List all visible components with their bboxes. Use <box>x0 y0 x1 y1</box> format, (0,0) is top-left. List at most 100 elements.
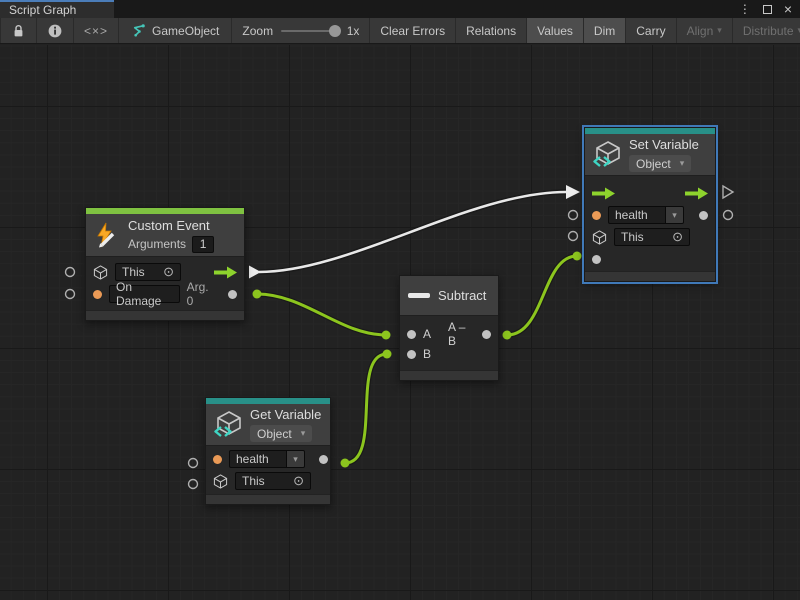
custom-event-header-text: Custom Event Arguments 1 <box>128 218 214 253</box>
lock-button[interactable] <box>1 18 37 43</box>
external-port-circle[interactable] <box>66 290 75 299</box>
cube-icon <box>592 230 607 245</box>
variable-kind-dropdown[interactable]: Object ▾ <box>629 155 691 172</box>
graph-icon <box>131 23 146 38</box>
wire-trigger-to-set-variable[interactable] <box>249 185 580 279</box>
wire-result-to-set-value[interactable] <box>503 252 582 340</box>
external-port-circle[interactable] <box>569 211 578 220</box>
custom-event-header: Custom Event Arguments 1 <box>86 214 244 257</box>
get-variable-header: Get Variable Object ▾ <box>206 404 330 446</box>
wire-health-to-subtract-b[interactable] <box>341 350 392 468</box>
graph-canvas[interactable]: Custom Event Arguments 1 This ⊙ <box>0 45 800 600</box>
result-output-port[interactable] <box>482 330 491 339</box>
info-icon <box>48 24 62 38</box>
align-label: Align <box>687 24 714 38</box>
value-output-port[interactable] <box>319 455 328 464</box>
variable-name-field[interactable]: health <box>229 450 287 468</box>
port-row-a: A A – B <box>400 324 498 344</box>
external-port-circle[interactable] <box>189 480 198 489</box>
close-icon[interactable]: × <box>784 2 792 16</box>
node-footer <box>400 370 498 380</box>
port-row-event: On Damage Arg. 0 <box>86 283 244 305</box>
event-input-port[interactable] <box>93 290 102 299</box>
flow-output-arrow-icon[interactable] <box>214 266 237 279</box>
flow-output-arrow-icon[interactable] <box>685 187 708 200</box>
arguments-count-field[interactable]: 1 <box>192 236 214 253</box>
variable-name-port[interactable] <box>213 455 222 464</box>
variable-name-port[interactable] <box>592 211 601 220</box>
node-subtract[interactable]: Subtract A A – B B <box>399 275 499 381</box>
set-variable-body: health ▾ This ⊙ <box>585 176 715 270</box>
chevron-down-icon: ▾ <box>293 454 298 465</box>
node-custom-event[interactable]: Custom Event Arguments 1 This ⊙ <box>85 207 245 321</box>
tab-title: Script Graph <box>9 3 76 17</box>
flow-source-triangle-port[interactable] <box>249 266 261 279</box>
node-set-variable[interactable]: Set Variable Object ▾ <box>584 127 716 282</box>
zoom-label: Zoom <box>242 24 273 38</box>
input-b-port[interactable] <box>407 350 416 359</box>
code-icon: <×> <box>84 24 108 38</box>
target-object-field[interactable]: This ⊙ <box>115 263 181 281</box>
align-dropdown[interactable]: Align ▾ <box>677 18 733 43</box>
cube-icon <box>93 265 108 280</box>
external-port-circle[interactable] <box>189 459 198 468</box>
inspect-button[interactable] <box>37 18 74 43</box>
distribute-dropdown[interactable]: Distribute ▾ <box>733 18 800 43</box>
clear-errors-button[interactable]: Clear Errors <box>370 18 456 43</box>
dim-toggle[interactable]: Dim <box>584 18 626 43</box>
external-port-circle[interactable] <box>66 268 75 277</box>
wire-arg0-to-subtract-a[interactable] <box>253 290 391 340</box>
values-toggle[interactable]: Values <box>527 18 584 43</box>
target-field-value: This <box>621 230 644 244</box>
object-picker-icon[interactable]: ⊙ <box>672 229 683 245</box>
tab-script-graph[interactable]: Script Graph <box>0 0 114 18</box>
carry-label: Carry <box>636 24 665 38</box>
set-variable-header-text: Set Variable Object ▾ <box>629 137 699 172</box>
variable-name-dropdown[interactable]: health ▾ <box>608 206 684 224</box>
get-variable-body: health ▾ This ⊙ <box>206 446 330 492</box>
output-label: A – B <box>448 320 468 348</box>
object-picker-icon[interactable]: ⊙ <box>293 473 304 489</box>
zoom-slider[interactable] <box>281 30 339 32</box>
relations-label: Relations <box>466 24 516 38</box>
node-title: Set Variable <box>629 137 699 152</box>
external-port-circle[interactable] <box>569 232 578 241</box>
variable-name-value: health <box>615 208 648 222</box>
event-name-field[interactable]: On Damage <box>109 285 180 303</box>
target-object-field[interactable]: This ⊙ <box>614 228 690 246</box>
arg0-output-port[interactable] <box>228 290 237 299</box>
menu-kebab-icon[interactable]: ⋮ <box>739 2 751 16</box>
edit-graph-button[interactable]: <×> <box>74 18 119 43</box>
node-get-variable[interactable]: Get Variable Object ▾ health <box>205 397 331 505</box>
subtract-body: A A – B B <box>400 316 498 364</box>
relations-toggle[interactable]: Relations <box>456 18 527 43</box>
maximize-icon[interactable] <box>763 5 772 14</box>
external-port-triangle[interactable] <box>723 186 733 198</box>
set-variable-header: Set Variable Object ▾ <box>585 134 715 176</box>
dropdown-button[interactable]: ▾ <box>287 450 305 468</box>
target-object-field[interactable]: This ⊙ <box>235 472 311 490</box>
variable-kind-dropdown[interactable]: Object ▾ <box>250 425 312 442</box>
zoom-slider-handle[interactable] <box>329 25 341 37</box>
graph-owner[interactable]: GameObject <box>119 18 232 43</box>
value-output-port[interactable] <box>699 211 708 220</box>
dropdown-button[interactable]: ▾ <box>666 206 684 224</box>
custom-event-icon <box>94 222 120 248</box>
new-value-input-port[interactable] <box>592 255 601 264</box>
node-title: Custom Event <box>128 218 214 233</box>
flow-input-arrow-icon[interactable] <box>592 187 615 200</box>
variable-name-value: health <box>236 452 269 466</box>
variable-name-dropdown[interactable]: health ▾ <box>229 450 305 468</box>
gameobject-label: GameObject <box>152 24 219 38</box>
external-port-circle[interactable] <box>724 211 733 220</box>
variable-name-field[interactable]: health <box>608 206 666 224</box>
chevron-down-icon: ▾ <box>301 428 306 439</box>
input-a-port[interactable] <box>407 330 416 339</box>
variable-kind-value: Object <box>636 157 671 171</box>
event-name-value: On Damage <box>116 280 173 308</box>
node-footer <box>585 271 715 281</box>
carry-toggle[interactable]: Carry <box>626 18 676 43</box>
object-picker-icon[interactable]: ⊙ <box>163 264 174 280</box>
variable-kind-value: Object <box>257 427 292 441</box>
node-title: Subtract <box>438 288 486 303</box>
